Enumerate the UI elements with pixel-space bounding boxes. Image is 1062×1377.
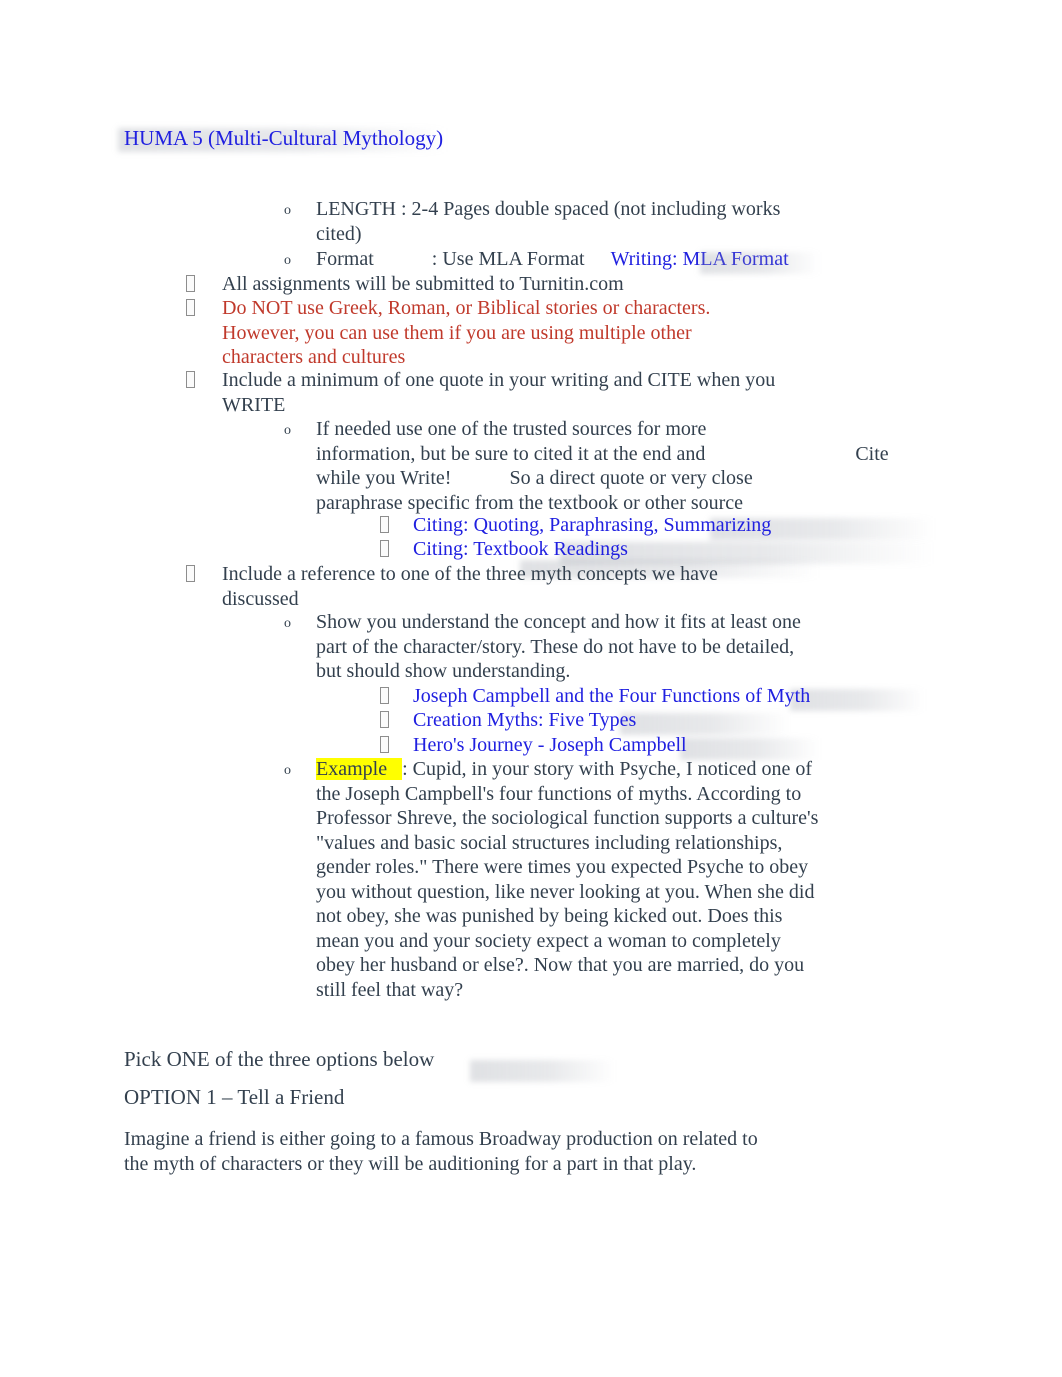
pick-one-heading: Pick ONE of the three options below — [124, 1047, 435, 1071]
trusted-sources-line4: paraphrase specific from the textbook or… — [316, 491, 744, 514]
bullet-box-icon — [380, 537, 390, 562]
bullet-box-icon — [186, 296, 196, 321]
requirement-format: o Format : Use MLA Format Writing: MLA For… — [284, 247, 904, 272]
trusted-sources-cite-word: Cite — [855, 442, 889, 465]
link-row-citing-quoting: Citing: Quoting, Paraphrasing, Summarizi… — [380, 513, 940, 538]
link-joseph-campbell-four-functions-of-myth[interactable]: Joseph Campbell and the Four Functions o… — [413, 684, 940, 709]
sub-bullet-o: o — [284, 253, 291, 268]
requirement-format-separator: : Use MLA Format — [431, 248, 585, 270]
sub-bullet-o: o — [284, 763, 291, 778]
bullet-box-icon — [380, 513, 390, 538]
bullet-box-icon — [186, 272, 196, 297]
link-creation-myths-five-types[interactable]: Creation Myths: Five Types — [413, 708, 940, 733]
document-page: HUMA 5 (Multi-Cultural Mythology) o LENG… — [0, 0, 1062, 1377]
option1-heading: OPTION 1 – Tell a Friend — [124, 1085, 345, 1109]
requirement-no-greek-text: Do NOT use Greek, Roman, or Biblical sto… — [222, 297, 711, 368]
sub-bullet-o: o — [284, 616, 291, 631]
trusted-sources-line3a: while you Write! — [316, 467, 452, 489]
requirement-show-understanding: o Show you understand the concept and ho… — [284, 610, 814, 684]
link-citing-quoting-paraphrasing-summarizing[interactable]: Citing: Quoting, Paraphrasing, Summarizi… — [413, 513, 940, 538]
link-heros-journey-joseph-campbell[interactable]: Hero's Journey - Joseph Campbell — [413, 733, 940, 758]
trusted-sources-line2: information, but be sure to cited it at … — [316, 442, 706, 465]
bullet-box-icon — [380, 708, 390, 733]
link-row-citing-textbook: Citing: Textbook Readings — [380, 537, 940, 562]
requirement-quote-cite-text: Include a minimum of one quote in your w… — [222, 369, 776, 416]
pick-one-shade — [470, 1060, 615, 1082]
sub-bullet-o: o — [284, 423, 291, 438]
bullet-box-icon — [186, 368, 196, 393]
requirement-quote-cite: Include a minimum of one quote in your w… — [186, 368, 786, 417]
option1-body: Imagine a friend is either going to a fa… — [124, 1128, 758, 1175]
example-label: Example — [316, 758, 388, 780]
example-body: According to Professor Shreve, the socio… — [316, 782, 819, 1001]
link-row-joseph-campbell-four-functions: Joseph Campbell and the Four Functions o… — [380, 684, 940, 709]
requirement-trusted-sources: o If needed use one of the trusted sourc… — [284, 417, 924, 515]
bullet-box-icon — [380, 684, 390, 709]
example-label-trailing-highlight — [387, 758, 403, 780]
requirement-turnitin-text: All assignments will be submitted to Tur… — [222, 273, 624, 295]
requirement-length-text: LENGTH : 2-4 Pages double spaced (not in… — [316, 198, 781, 245]
link-row-heros-journey: Hero's Journey - Joseph Campbell — [380, 733, 940, 758]
link-writing-mla-format[interactable]: Writing: MLA Format — [611, 248, 789, 270]
requirement-myth-concept-text: Include a reference to one of the three … — [222, 563, 718, 610]
requirement-turnitin: All assignments will be submitted to Tur… — [186, 272, 886, 297]
requirement-length: o LENGTH : 2-4 Pages double spaced (not … — [284, 197, 824, 246]
link-citing-textbook-readings[interactable]: Citing: Textbook Readings — [413, 537, 940, 562]
bullet-box-icon — [380, 733, 390, 758]
requirement-format-label: Format — [316, 248, 374, 270]
requirement-show-understanding-text: Show you understand the concept and how … — [316, 611, 801, 682]
example-block: o Example : Cupid, in your story with Ps… — [284, 757, 824, 1002]
trusted-sources-line1: If needed use one of the trusted sources… — [316, 418, 707, 440]
requirement-no-greek: Do NOT use Greek, Roman, or Biblical sto… — [186, 296, 716, 370]
sub-bullet-o: o — [284, 203, 291, 218]
page-title: HUMA 5 (Multi-Cultural Mythology) — [124, 126, 444, 150]
requirement-myth-concept: Include a reference to one of the three … — [186, 562, 746, 611]
bullet-box-icon — [186, 562, 196, 587]
link-row-creation-myths: Creation Myths: Five Types — [380, 708, 940, 733]
trusted-sources-line3b: So a direct quote or very close — [509, 467, 753, 489]
